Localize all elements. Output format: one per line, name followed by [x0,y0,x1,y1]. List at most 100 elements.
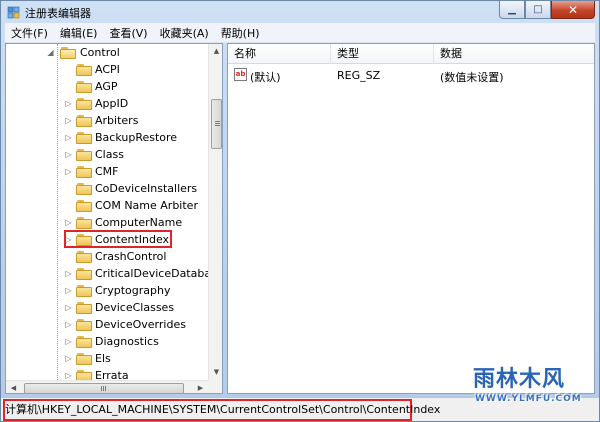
tree-node-label: ACPI [95,63,120,76]
maximize-icon: □ [533,4,543,15]
folder-icon [76,216,92,229]
tree-node[interactable]: ▷ Class [6,146,208,163]
scroll-thumb[interactable] [211,99,222,149]
tree-node[interactable]: ▷ CriticalDeviceDatabase [6,265,222,282]
folder-icon [76,182,92,195]
tree-node[interactable]: ▷ DeviceOverrides [6,316,208,333]
expand-arrow-icon[interactable]: ▷ [64,149,73,160]
tree-node-label: Diagnostics [95,335,159,348]
scroll-up-icon[interactable]: ▲ [209,44,222,59]
h-scroll-thumb[interactable] [24,383,184,393]
expand-arrow-icon[interactable]: ▷ [64,98,73,109]
expand-arrow-icon[interactable]: ▷ [64,166,73,177]
scroll-right-icon[interactable]: ▶ [193,381,208,393]
value-row[interactable]: ab (默认) REG_SZ (数值未设置) [228,66,594,84]
menu-favorites[interactable]: 收藏夹(A) [154,25,215,41]
folder-icon [76,131,92,144]
folder-icon [76,250,92,263]
minimize-icon: ▁ [508,4,516,15]
menu-edit[interactable]: 编辑(E) [54,25,104,41]
minimize-button[interactable]: ▁ [499,1,525,19]
tree-node-label: COM Name Arbiter [95,199,198,212]
value-data: (数值未设置) [440,71,504,84]
tree-node-label: Els [95,352,111,365]
tree-node-parent[interactable]: ◢ Control [6,44,208,61]
folder-open-icon [60,46,76,59]
tree-vertical-scrollbar[interactable]: ▲ ▼ [208,44,222,380]
expand-arrow-icon[interactable]: ▷ [64,217,73,228]
tree-node[interactable]: ▷ ComputerName [6,214,208,231]
registry-tree[interactable]: ◢ Control ACPI AGP ▷ AppID ▷ Arbiters ▷ BackupR… [5,43,223,394]
folder-icon [76,114,92,127]
scroll-left-icon[interactable]: ◀ [6,381,21,393]
value-type: REG_SZ [337,69,381,82]
menu-view[interactable]: 查看(V) [103,25,153,41]
collapse-arrow-icon[interactable]: ◢ [46,47,55,58]
folder-icon [76,284,92,297]
folder-icon [76,301,92,314]
regedit-icon [7,6,20,19]
tree-node-label: ComputerName [95,216,183,229]
column-data[interactable]: 数据 [434,44,594,64]
menu-file[interactable]: 文件(F) [5,25,54,41]
tree-node-label: CoDeviceInstallers [95,182,198,195]
scroll-corner [208,380,222,393]
tree-node-label: CMF [95,165,119,178]
tree-node-label: Cryptography [95,284,171,297]
highlight-box [64,230,172,248]
tree-node[interactable]: ▷ AppID [6,95,208,112]
tree-node-label: BackupRestore [95,131,178,144]
tree-horizontal-scrollbar[interactable]: ◀ ▶ [6,380,208,393]
value-list[interactable]: 名称 类型 数据 ab (默认) REG_SZ (数值未设置) [227,43,595,394]
folder-icon [76,318,92,331]
scroll-down-icon[interactable]: ▼ [209,365,222,380]
watermark-name: 雨林木风 [473,367,566,392]
expand-arrow-icon[interactable]: ▷ [64,132,73,143]
tree-node-label: CriticalDeviceDatabase [95,267,223,280]
tree-node-label: Arbiters [95,114,139,127]
expand-arrow-icon[interactable]: ▷ [64,302,73,313]
folder-icon [76,63,92,76]
folder-icon [76,97,92,110]
tree-node[interactable]: ▷ Cryptography [6,282,208,299]
watermark-url: WWW.YLMFU.COM [475,394,582,404]
tree-rows: ◢ Control ACPI AGP ▷ AppID ▷ Arbiters ▷ BackupR… [6,44,222,382]
tree-node[interactable]: CrashControl [6,248,208,265]
regedit-window: 注册表编辑器 ▁ □ ✕ 文件(F) 编辑(E) 查看(V) 收藏夹(A) 帮助… [0,0,600,422]
tree-node[interactable]: ▷ Els [6,350,208,367]
tree-node[interactable]: ▷ CMF [6,163,208,180]
close-icon: ✕ [567,2,579,17]
tree-node[interactable]: ▷ ContentIndex [6,230,208,248]
expand-arrow-icon[interactable]: ▷ [64,268,73,279]
tree-node[interactable]: CoDeviceInstallers [6,180,208,197]
expand-arrow-icon[interactable]: ▷ [64,115,73,126]
folder-icon [76,335,92,348]
folder-icon [76,80,92,93]
tree-node-label: AppID [95,97,129,110]
tree-node[interactable]: ▷ BackupRestore [6,129,208,146]
tree-node[interactable]: ▷ Diagnostics [6,333,208,350]
string-value-icon: ab [234,68,247,81]
column-type[interactable]: 类型 [331,44,434,64]
value-name: (默认) [250,71,281,84]
expand-arrow-icon[interactable]: ▷ [64,336,73,347]
expand-arrow-icon[interactable]: ▷ [64,319,73,330]
menu-bar: 文件(F) 编辑(E) 查看(V) 收藏夹(A) 帮助(H) [5,23,595,43]
expand-arrow-icon[interactable]: ▷ [64,285,73,296]
tree-node[interactable]: ▷ Arbiters [6,112,208,129]
title-bar[interactable]: 注册表编辑器 ▁ □ ✕ [1,1,599,23]
expand-arrow-icon[interactable]: ▷ [64,353,73,364]
tree-node[interactable]: COM Name Arbiter [6,197,208,214]
column-name[interactable]: 名称 [228,44,331,64]
caption-buttons: ▁ □ ✕ [499,1,595,19]
maximize-button[interactable]: □ [525,1,551,19]
tree-node-label: DeviceOverrides [95,318,186,331]
tree-node[interactable]: ACPI [6,61,208,78]
tree-node[interactable]: AGP [6,78,208,95]
close-button[interactable]: ✕ [551,1,595,19]
folder-icon [76,165,92,178]
tree-node[interactable]: ▷ DeviceClasses [6,299,208,316]
menu-help[interactable]: 帮助(H) [215,25,266,41]
tree-node-label: Control [80,46,120,59]
folder-icon [76,352,92,365]
